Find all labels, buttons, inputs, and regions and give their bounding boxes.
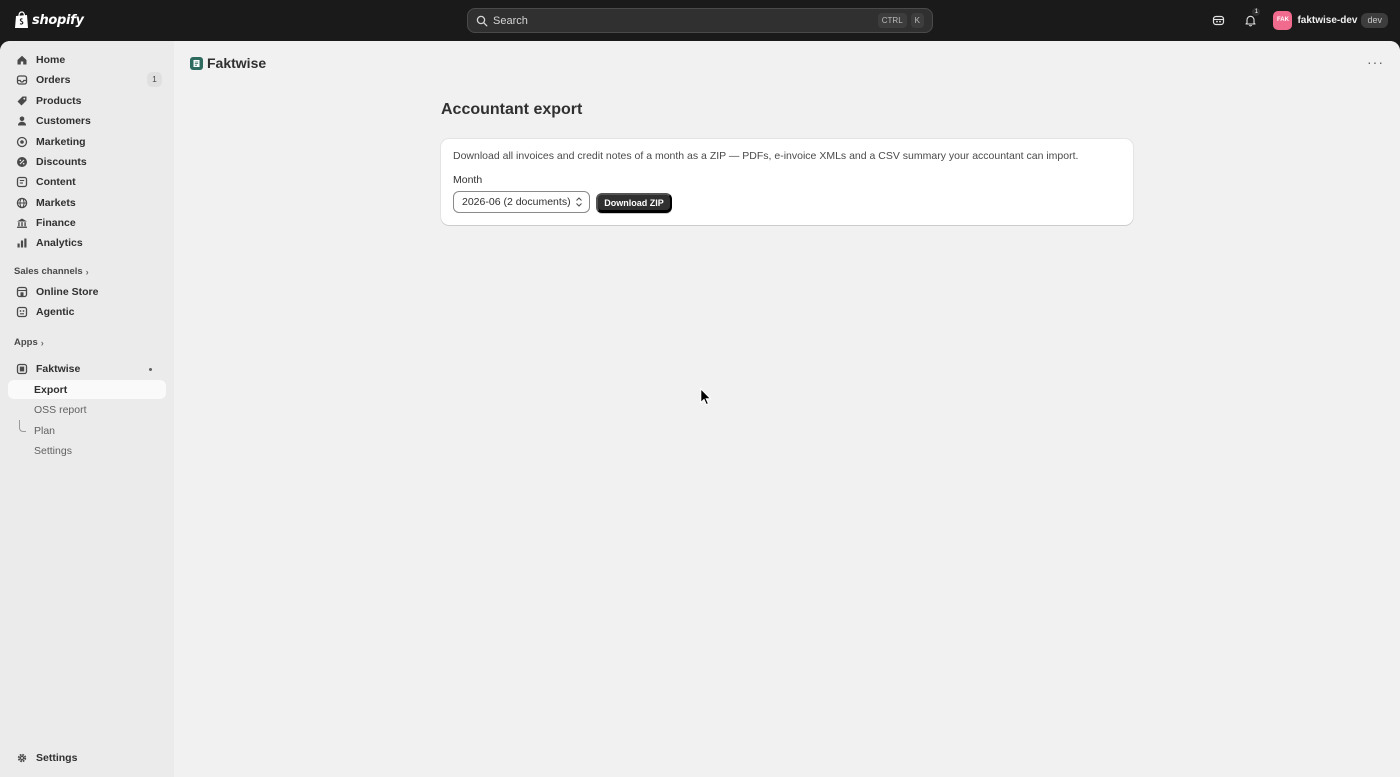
shopify-logo[interactable]: shopify xyxy=(14,11,84,29)
globe-icon xyxy=(16,197,28,209)
sidebar-item-label: Analytics xyxy=(36,237,83,249)
search-icon xyxy=(476,15,488,26)
sales-channels-heading[interactable]: Sales channels › xyxy=(14,266,89,277)
shortcut-key-ctrl: CTRL xyxy=(877,13,907,28)
chevron-right-icon: › xyxy=(40,337,44,348)
sidebar-item-home[interactable]: Home xyxy=(8,50,166,70)
env-badge: dev xyxy=(1361,12,1388,28)
discount-icon xyxy=(16,156,28,168)
apps-heading[interactable]: Apps › xyxy=(14,337,44,348)
top-right-actions: 1 FAK faktwise-dev dev xyxy=(1207,8,1388,31)
faktwise-app-icon xyxy=(16,363,28,375)
sidebar-item-label: Markets xyxy=(36,197,76,209)
export-description: Download all invoices and credit notes o… xyxy=(453,150,1079,162)
chevron-right-icon: › xyxy=(85,266,89,277)
bank-icon xyxy=(16,217,28,229)
avatar[interactable]: FAK xyxy=(1273,10,1293,30)
sidebar-item-label: Content xyxy=(36,176,76,188)
sidebar-item-label: Finance xyxy=(36,217,76,229)
sidebar-item-products[interactable]: Products xyxy=(8,91,166,111)
sidebar-item-label: Home xyxy=(36,54,66,66)
sidebar-item-label: Orders xyxy=(36,74,71,86)
admin-shell: Home Orders 1 Products Customers Marketi… xyxy=(0,41,1400,777)
gear-icon xyxy=(16,752,28,764)
sidebar-item-discounts[interactable]: Discounts xyxy=(8,152,166,172)
sidebar-subitem-settings[interactable]: Settings xyxy=(8,441,166,460)
sidekick-icon xyxy=(1212,15,1225,25)
section-label: Sales channels xyxy=(14,266,83,277)
sidebar-item-label: Customers xyxy=(36,115,91,127)
sidebar-item-marketing[interactable]: Marketing xyxy=(8,132,166,152)
sidebar-item-markets[interactable]: Markets xyxy=(8,193,166,213)
store-icon xyxy=(16,286,28,298)
brand-name: shopify xyxy=(32,12,84,28)
home-icon xyxy=(16,54,28,66)
search-placeholder: Search xyxy=(493,14,528,27)
sidebar-item-agentic[interactable]: Agentic xyxy=(8,302,166,322)
store-name[interactable]: faktwise-dev xyxy=(1297,15,1357,26)
sidebar-subitem-label: Export xyxy=(34,383,68,396)
download-zip-button[interactable]: Download ZIP xyxy=(596,193,672,213)
sidebar: Home Orders 1 Products Customers Marketi… xyxy=(0,41,174,777)
shopify-bag-icon xyxy=(15,11,28,28)
tag-icon xyxy=(16,95,28,107)
select-chevron-icon xyxy=(576,197,582,207)
more-actions-button[interactable]: ··· xyxy=(1367,54,1384,70)
sidebar-item-finance[interactable]: Finance xyxy=(8,213,166,233)
sidebar-item-label: Faktwise xyxy=(36,363,81,375)
page-title: Accountant export xyxy=(441,101,583,118)
pin-dot-icon xyxy=(149,368,152,371)
content-icon xyxy=(16,176,28,188)
sidebar-subitem-plan[interactable]: Plan xyxy=(8,421,166,440)
month-select-value: 2026-06 (2 documents) xyxy=(462,196,571,208)
notification-count-badge: 1 xyxy=(1252,8,1261,16)
person-icon xyxy=(16,115,28,127)
app-header: Faktwise xyxy=(190,55,266,71)
sidebar-item-label: Products xyxy=(36,95,82,107)
mouse-cursor-icon xyxy=(700,388,712,406)
orders-count-badge: 1 xyxy=(147,72,162,87)
main-content: Faktwise ··· Accountant export Download … xyxy=(174,41,1400,777)
top-bar: shopify Search CTRL K 1 FAK faktwise-dev… xyxy=(0,0,1400,41)
sidebar-item-label: Marketing xyxy=(36,136,86,148)
notifications-button[interactable]: 1 xyxy=(1239,8,1261,31)
inbox-icon xyxy=(16,74,28,86)
agentic-icon xyxy=(16,306,28,318)
sidebar-subitem-export[interactable]: Export xyxy=(8,380,166,399)
sidebar-item-analytics[interactable]: Analytics xyxy=(8,233,166,253)
sidebar-item-customers[interactable]: Customers xyxy=(8,111,166,131)
sidebar-subitem-label: Settings xyxy=(34,444,72,457)
search-input[interactable]: Search CTRL K xyxy=(467,8,933,33)
sidebar-item-faktwise[interactable]: Faktwise xyxy=(8,359,166,379)
sidebar-subitem-label: OSS report xyxy=(34,403,87,416)
shortcut-key-k: K xyxy=(910,13,924,28)
sidekick-button[interactable] xyxy=(1207,9,1229,31)
sidebar-item-online-store[interactable]: Online Store xyxy=(8,282,166,302)
target-icon xyxy=(16,136,28,148)
sidebar-item-content[interactable]: Content xyxy=(8,172,166,192)
sidebar-subitem-label: Plan xyxy=(34,424,56,437)
app-title: Faktwise xyxy=(207,55,267,71)
sidebar-item-label: Settings xyxy=(36,752,78,764)
sidebar-item-orders[interactable]: Orders 1 xyxy=(8,70,166,90)
sidebar-item-label: Agentic xyxy=(36,306,75,318)
faktwise-logo-icon xyxy=(190,56,203,70)
sidebar-subitem-oss-report[interactable]: OSS report xyxy=(8,400,166,419)
section-label: Apps xyxy=(14,337,38,348)
month-select[interactable]: 2026-06 (2 documents) xyxy=(453,191,590,213)
sidebar-item-settings[interactable]: Settings xyxy=(8,748,166,768)
sidebar-item-label: Online Store xyxy=(36,286,99,298)
export-card: Download all invoices and credit notes o… xyxy=(441,139,1133,225)
chart-icon xyxy=(16,237,28,249)
sidebar-item-label: Discounts xyxy=(36,156,87,168)
month-label: Month xyxy=(453,174,483,186)
